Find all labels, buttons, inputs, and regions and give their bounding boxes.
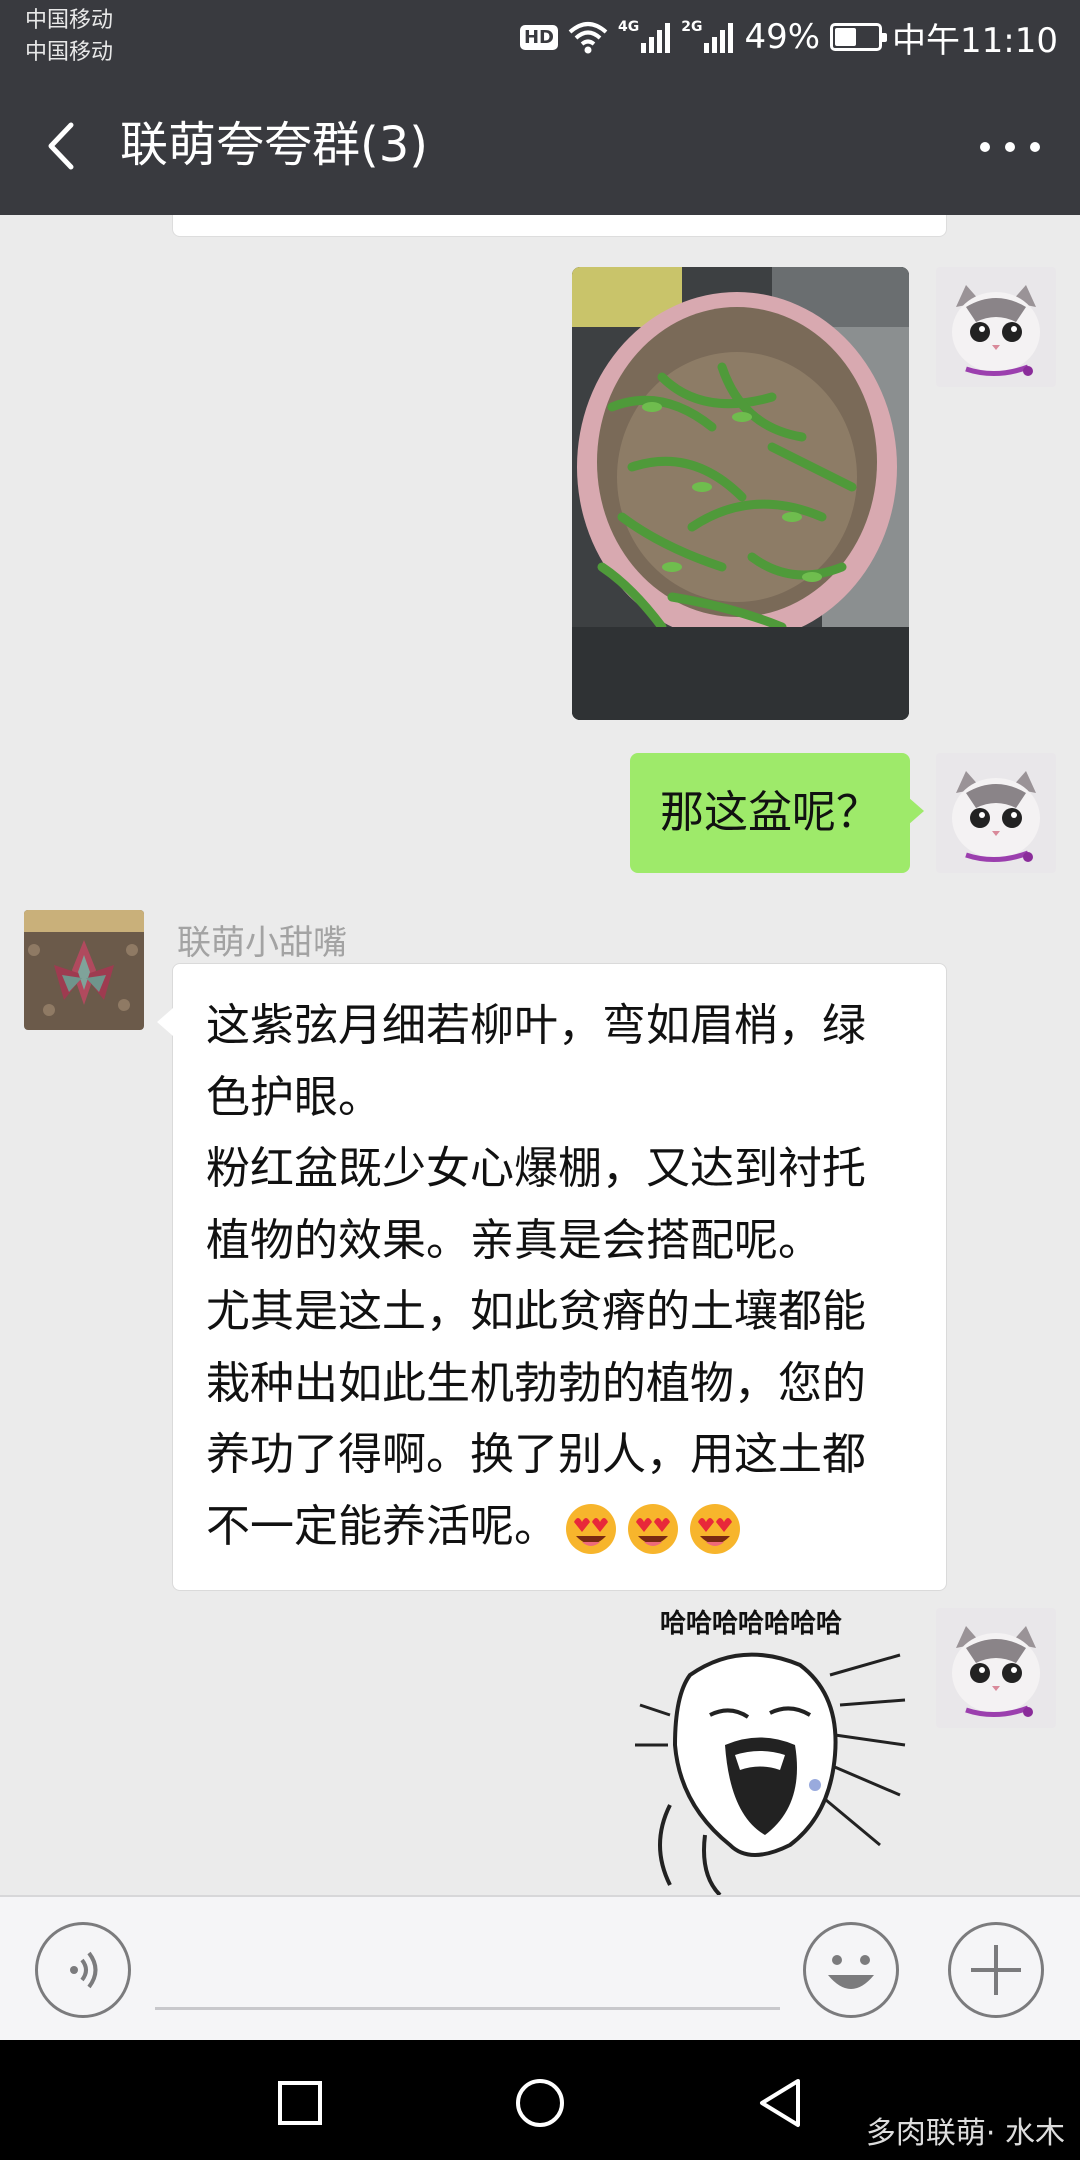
message-line-text: 不一定能养活呢。 [206,1500,558,1552]
more-functions-button[interactable] [948,1922,1044,2018]
clock: 中午11:10 [892,20,1058,61]
laughing-face-sticker-icon [635,1652,906,1895]
back-arrow-icon[interactable] [35,111,95,181]
heart-eyes-emoji-icon [628,1503,678,1554]
heart-eyes-emoji-icon [690,1503,740,1554]
message-line: 色护眼。 [206,1071,382,1123]
cat-avatar-image [936,1608,1056,1728]
sent-text-bubble[interactable]: 那这盆呢？ [630,753,924,873]
voice-wave-icon [70,1951,98,1989]
message-list[interactable]: 那这盆呢？ 联萌小甜嘴 这紫弦月细若柳叶，弯如眉梢，绿 色护眼。 粉红盆既少女心… [0,215,1080,1895]
carrier-label-1: 中国移动 [25,8,114,33]
message-line: 植物的效果。亲真是会搭配呢。 [206,1214,822,1266]
received-text-bubble[interactable]: 这紫弦月细若柳叶，弯如眉梢，绿 色护眼。 粉红盆既少女心爆棚，又达到衬托 植物的… [157,963,947,1591]
recent-apps-square-icon[interactable] [272,2075,328,2131]
message-input-bar [0,1895,1080,2040]
chat-title: 联萌夸夸群(3) [120,117,428,173]
self-avatar[interactable] [936,267,1056,387]
emoji-group [564,1502,742,1556]
chat-header: 联萌夸夸群(3) [0,75,1080,215]
sent-photo-message[interactable] [572,267,909,720]
network-label-1: 4G [617,19,640,35]
heart-eyes-emoji-icon [566,1503,616,1554]
signal-icon-1 [641,23,671,53]
more-options-icon[interactable] [975,127,1045,167]
battery-level-fill [835,28,856,46]
message-line: 养功了得啊。换了别人，用这土都 [206,1429,866,1480]
carrier-label-2: 中国移动 [25,40,114,65]
sender-avatar[interactable] [24,910,144,1030]
status-indicators: HD 4G 2G 49% 中午11:10 [519,14,1058,61]
potted-plant-photo [572,267,909,720]
status-bar: 中国移动 中国移动 HD 4G 2G 49% 中午11:10 [0,0,1080,75]
message-line: 栽种出如此生机勃勃的植物，您的 [206,1357,866,1409]
battery-icon [830,23,888,51]
system-navigation-bar: 多肉联萌· 水木 [0,2040,1080,2160]
battery-percent: 49% [744,17,821,57]
cat-avatar-image [936,267,1056,387]
home-circle-icon[interactable] [512,2075,568,2131]
watermark-text: 多肉联萌· 水木 [865,2116,1065,2151]
hd-badge: HD [519,24,558,50]
self-avatar[interactable] [936,1608,1056,1728]
laughing-sticker-message[interactable]: 哈哈哈哈哈哈哈 [630,1603,910,1895]
signal-icon-2 [704,23,734,53]
message-line: 粉红盆既少女心爆棚，又达到衬托 [206,1143,866,1194]
plus-icon [971,1945,1021,1995]
emoji-button[interactable] [803,1922,899,2018]
wifi-icon [568,22,608,54]
smiley-icon [828,1955,874,1989]
message-text-field[interactable] [155,2007,780,2010]
succulent-avatar-image [24,910,144,1030]
network-label-2: 2G [681,19,703,35]
self-avatar[interactable] [936,753,1056,873]
message-line: 尤其是这土，如此贫瘠的土壤都能 [206,1286,866,1337]
message-line: 这紫弦月细若柳叶，弯如眉梢，绿 [206,1000,866,1051]
cat-avatar-image [936,753,1056,873]
sender-name: 联萌小甜嘴 [177,923,347,963]
voice-input-button[interactable] [35,1922,131,2018]
back-triangle-icon[interactable] [752,2075,808,2131]
previous-message-bubble [172,215,947,237]
message-line-last: 不一定能养活呢。 [206,1491,916,1563]
